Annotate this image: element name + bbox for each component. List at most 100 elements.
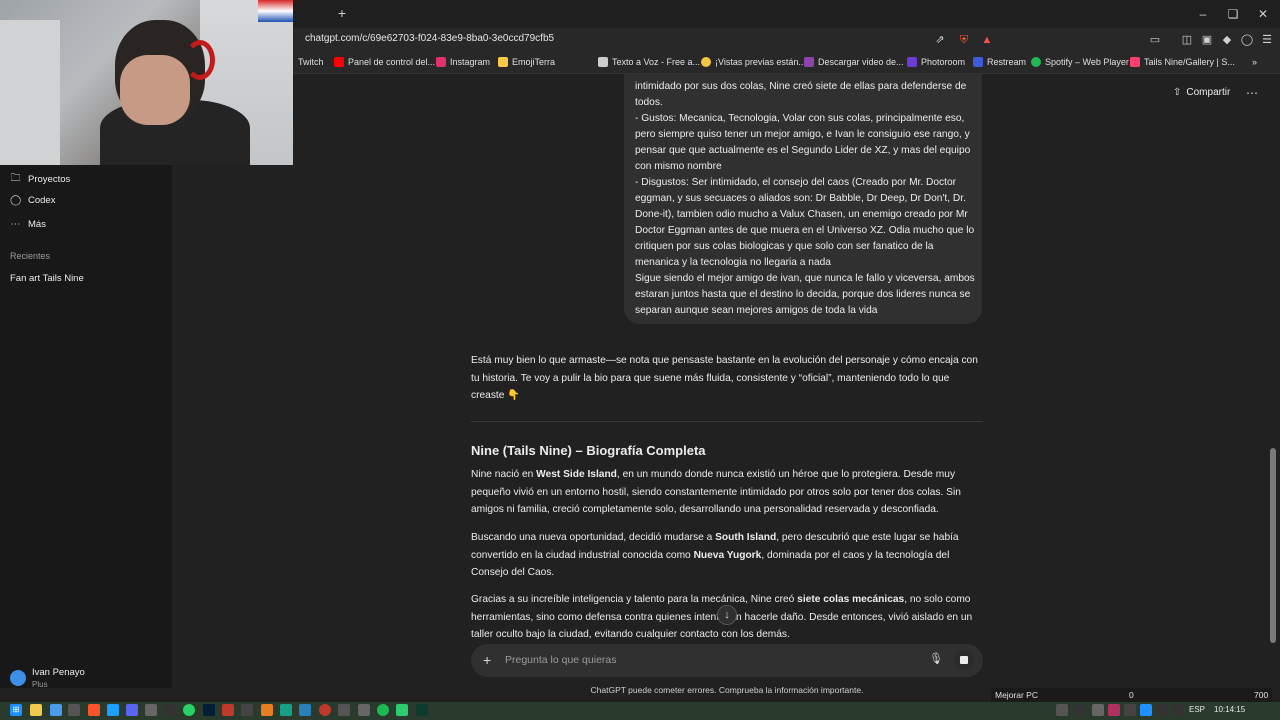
microphone-icon[interactable]: 🎙 (929, 652, 943, 665)
bookmark-photoroom[interactable]: Photoroom (907, 57, 965, 67)
bluetooth-icon[interactable] (1140, 704, 1152, 716)
bookmark-label: Tails Nine/Gallery | S... (1144, 57, 1235, 67)
file-explorer-icon[interactable] (30, 704, 42, 716)
bookmark-twitch[interactable]: Twitch (298, 57, 324, 67)
tray-icon[interactable] (1108, 704, 1120, 716)
tray-icon[interactable] (1124, 704, 1136, 716)
brave-icon[interactable] (88, 704, 100, 716)
webcam-background-door (0, 20, 60, 165)
app-icon[interactable] (261, 704, 273, 716)
volume-icon[interactable] (1172, 704, 1184, 716)
app-icon[interactable] (396, 704, 408, 716)
bio-heading: Nine (Tails Nine) – Biografía Completa (471, 443, 706, 458)
brave-shield-icon[interactable]: ⛨ (957, 33, 971, 47)
bold-text: siete colas mecánicas (797, 594, 905, 605)
bookmark-restream[interactable]: Restream (973, 57, 1026, 67)
bio-paragraph-2: Buscando una nueva oportunidad, decidió … (471, 529, 983, 582)
webcam-flag (258, 0, 293, 22)
extensions-icon[interactable]: ◆ (1220, 33, 1234, 47)
clock[interactable]: 10:14:15 (1214, 705, 1245, 714)
bookmark-label: ¡Vistas previas están... (715, 57, 806, 67)
text-run: Gracias a su increíble inteligencia y ta… (471, 594, 798, 605)
spotify-icon[interactable] (377, 704, 389, 716)
performance-widget-value: 700 (1254, 690, 1269, 700)
bookmark-youtube-studio[interactable]: Panel de control del... (334, 57, 435, 67)
share-button[interactable]: ⇧ Compartir (1173, 87, 1230, 98)
text-run: Nine nació en (471, 469, 537, 480)
wallet-icon[interactable]: ▣ (1200, 33, 1214, 47)
divider (471, 421, 983, 422)
restore-icon[interactable]: ❏ (1218, 5, 1248, 23)
sidebar-item-label: Más (28, 219, 46, 230)
photoshop-icon[interactable] (203, 704, 215, 716)
sidebar-item-mas[interactable]: ⋯ Más (10, 219, 46, 230)
app-icon[interactable] (145, 704, 157, 716)
stop-generating-button[interactable] (954, 650, 974, 670)
user-message-line: intimidado por sus dos colas, Nine creó … (635, 81, 967, 108)
photoroom-icon (907, 57, 917, 67)
bookmark-emojiterra[interactable]: EmojiTerra (498, 57, 555, 67)
bookmark-spotify[interactable]: Spotify – Web Player (1031, 57, 1129, 67)
recent-heading: Recientes (10, 251, 51, 261)
share-page-icon[interactable]: ⇗ (933, 33, 947, 47)
menu-icon[interactable]: ☰ (1260, 33, 1274, 47)
sidebar-toggle-icon[interactable]: ◫ (1180, 33, 1194, 47)
cast-icon[interactable]: ▭ (1148, 33, 1162, 47)
sidebar-item-proyectos[interactable]: 🗀 Proyectos (10, 171, 71, 188)
bookmark-texto-a-voz[interactable]: Texto a Voz - Free a... (598, 57, 700, 67)
user-name[interactable]: Ivan Penayo (32, 667, 85, 678)
whatsapp-icon[interactable] (183, 704, 195, 716)
bookmark-descargar-video[interactable]: Descargar video de... (804, 57, 904, 67)
bookmark-label: Panel de control del... (348, 57, 436, 67)
tray-icon[interactable] (1056, 704, 1068, 716)
arrow-down-icon: ↓ (724, 609, 730, 621)
recent-chat-item[interactable]: Fan art Tails Nine (10, 273, 84, 284)
bookmark-instagram[interactable]: Instagram (436, 57, 490, 67)
steam-icon[interactable] (107, 704, 119, 716)
discord-icon[interactable] (126, 704, 138, 716)
minimize-icon[interactable]: – (1188, 5, 1218, 23)
app-icon[interactable] (416, 704, 428, 716)
user-message: intimidado por sus dos colas, Nine creó … (635, 79, 975, 319)
edge-icon[interactable] (50, 704, 62, 716)
bookmarks-overflow-icon[interactable]: » (1252, 57, 1257, 67)
app-icon[interactable] (338, 704, 350, 716)
close-icon[interactable]: ✕ (1248, 5, 1278, 23)
user-message-line: Sigue siendo el mejor amigo de ivan, que… (635, 273, 975, 316)
bookmark-tails-nine-gallery[interactable]: Tails Nine/Gallery | S... (1130, 57, 1235, 67)
app-icon[interactable] (241, 704, 253, 716)
prompt-input[interactable] (505, 651, 905, 669)
language-indicator[interactable]: ESP (1189, 705, 1205, 714)
app-icon[interactable] (280, 704, 292, 716)
start-icon[interactable]: ⊞ (10, 704, 22, 716)
bookmark-label: Photoroom (921, 57, 966, 67)
vpn-icon[interactable]: ◯ (1240, 33, 1254, 47)
obs-icon[interactable] (68, 704, 80, 716)
conversation-options-icon[interactable]: ⋯ (1246, 86, 1258, 100)
network-icon[interactable] (1156, 704, 1168, 716)
bold-text: West Side Island (536, 469, 617, 480)
url-field[interactable]: chatgpt.com/c/69e62703-f024-83e9-8ba0-3e… (305, 33, 554, 44)
scroll-to-bottom-button[interactable]: ↓ (717, 605, 737, 625)
emojiterra-icon (498, 57, 508, 67)
codex-icon: ◯ (10, 195, 22, 206)
tray-icon[interactable] (1092, 704, 1104, 716)
bookmark-vistas-previas[interactable]: ¡Vistas previas están... (701, 57, 806, 67)
tray-icon[interactable] (1074, 704, 1086, 716)
brave-rewards-icon[interactable]: ▲ (980, 33, 994, 47)
bookmark-label: Twitch (298, 57, 324, 67)
app-icon[interactable] (358, 704, 370, 716)
app-icon[interactable] (319, 704, 331, 716)
scrollbar-thumb[interactable] (1270, 448, 1276, 643)
app-icon[interactable] (222, 704, 234, 716)
add-attachment-icon[interactable]: + (483, 652, 491, 668)
sidebar-item-label: Codex (28, 195, 56, 206)
performance-widget-label[interactable]: Mejorar PC (995, 690, 1038, 700)
avatar[interactable] (10, 670, 26, 686)
sidebar-item-codex[interactable]: ◯ Codex (10, 195, 55, 206)
terminal-icon[interactable] (164, 704, 176, 716)
new-tab-button[interactable]: + (335, 6, 349, 20)
download-icon (804, 57, 814, 67)
gallery-icon (1130, 57, 1140, 67)
app-icon[interactable] (299, 704, 311, 716)
